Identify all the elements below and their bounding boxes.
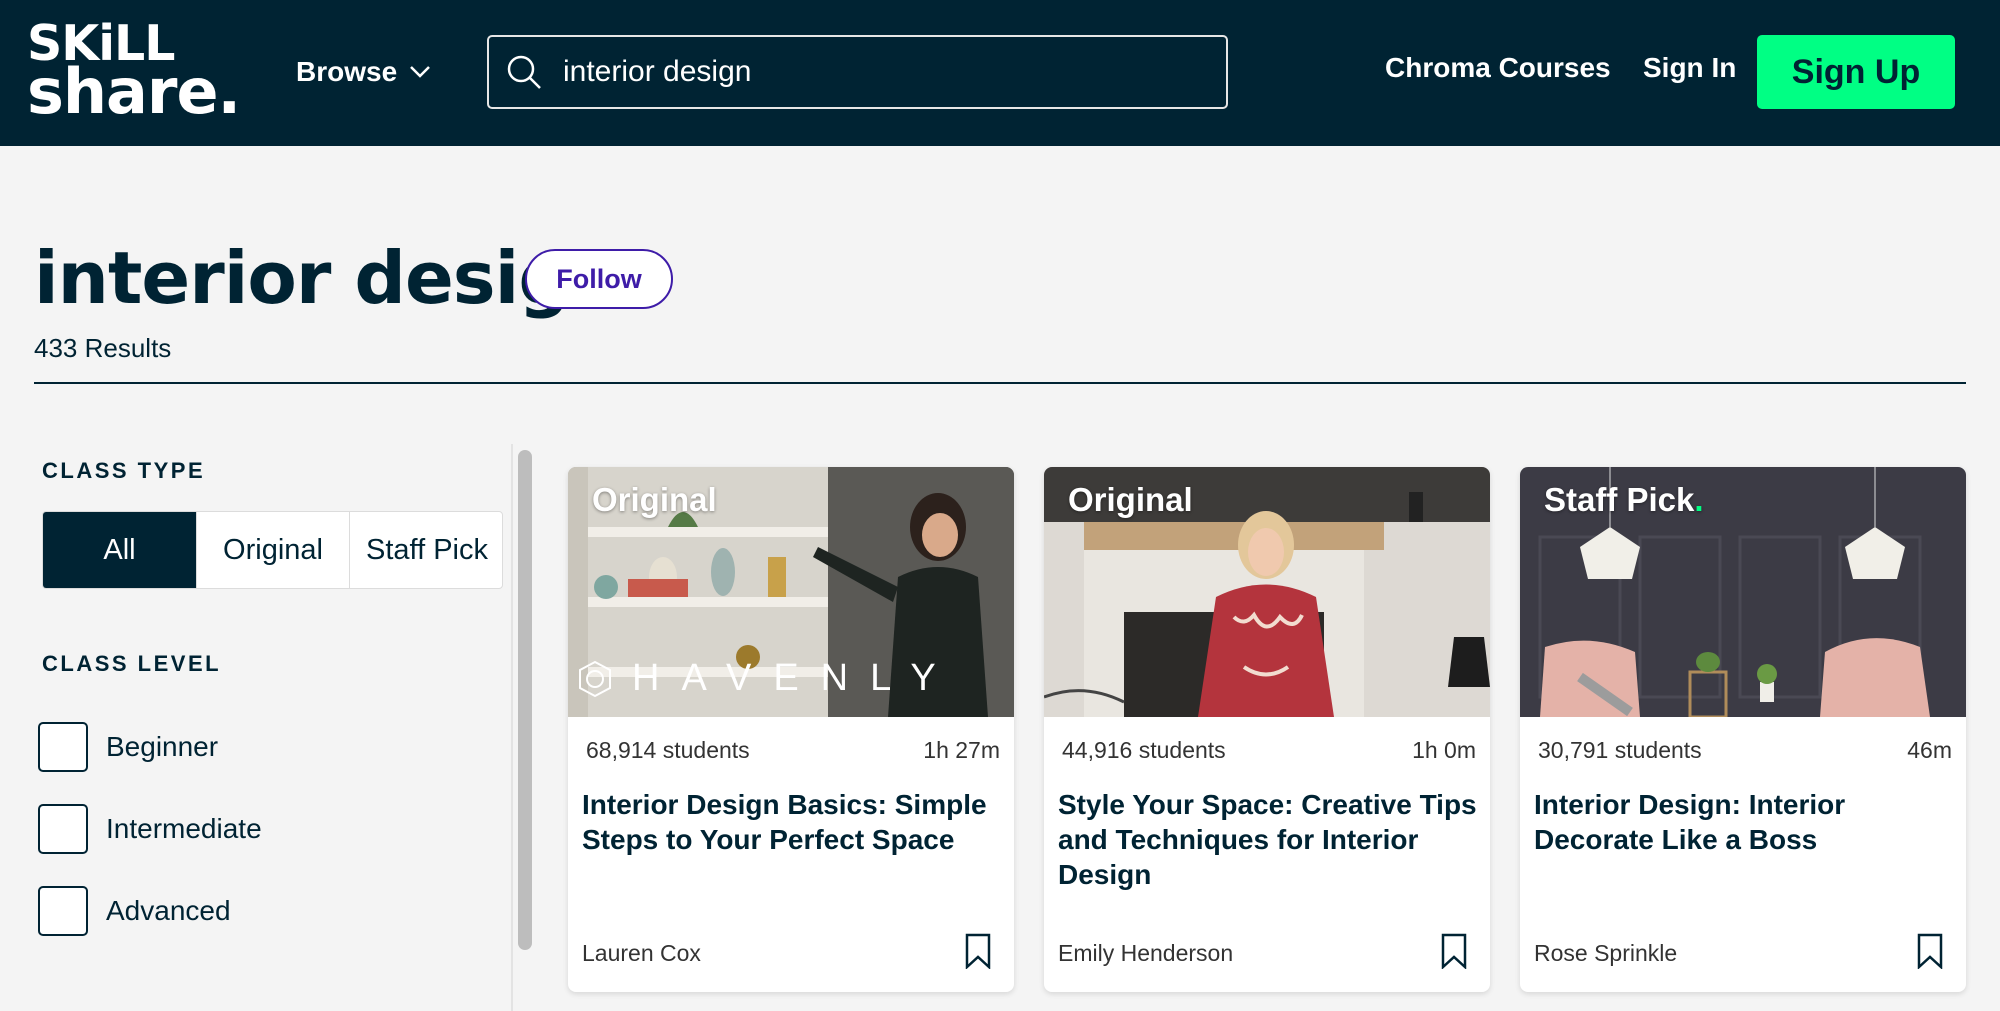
havenly-wordmark: HAVENLY	[632, 657, 958, 699]
class-card[interactable]: Original HAVENLY 68,914 students 1h 27m …	[568, 467, 1014, 992]
class-type-all[interactable]: All	[43, 512, 197, 588]
havenly-logo-icon	[579, 660, 611, 697]
class-duration: 1h 0m	[1412, 737, 1476, 763]
bookmark-icon[interactable]	[1440, 933, 1468, 970]
logo-line-2: share.	[27, 55, 241, 129]
class-thumbnail: Original HAVENLY	[568, 467, 1014, 717]
class-type-heading: CLASS TYPE	[42, 458, 206, 483]
advanced-label: Advanced	[106, 895, 231, 926]
class-title[interactable]: Style Your Space: Creative Tips and Tech…	[1058, 787, 1478, 892]
results-count: 433 Results	[34, 333, 172, 363]
original-badge: Original	[592, 481, 717, 518]
advanced-checkbox[interactable]	[38, 886, 88, 936]
student-count: 30,791 students	[1538, 737, 1702, 763]
intermediate-checkbox[interactable]	[38, 804, 88, 854]
divider	[34, 382, 1966, 384]
search-input[interactable]	[563, 42, 1226, 102]
beginner-label: Beginner	[106, 731, 219, 762]
sidebar-scrollbar[interactable]	[518, 450, 532, 950]
student-count: 68,914 students	[586, 737, 750, 763]
beginner-checkbox[interactable]	[38, 722, 88, 772]
skillshare-logo[interactable]: SKiLL share.	[27, 19, 241, 129]
class-type-staff-pick[interactable]: Staff Pick	[350, 512, 502, 588]
class-type-original[interactable]: Original	[197, 512, 350, 588]
class-card[interactable]: Original 44,916 students 1h 0m Style You…	[1044, 467, 1490, 992]
bookmark-icon[interactable]	[964, 933, 992, 970]
class-card[interactable]: Staff Pick. 30,791 students 46m Interior…	[1520, 467, 1966, 992]
intermediate-label: Intermediate	[106, 813, 262, 844]
staff-pick-badge: Staff Pick.	[1544, 481, 1704, 518]
level-advanced-option[interactable]: Advanced	[38, 886, 231, 936]
level-beginner-option[interactable]: Beginner	[38, 722, 218, 772]
sign-up-button[interactable]: Sign Up	[1757, 35, 1955, 109]
follow-button[interactable]: Follow	[525, 249, 673, 309]
search-icon	[507, 55, 541, 89]
search-bar[interactable]	[487, 35, 1228, 109]
havenly-watermark: HAVENLY	[576, 657, 958, 700]
class-thumbnail: Original	[1044, 467, 1490, 717]
student-count: 44,916 students	[1062, 737, 1226, 763]
teacher-name[interactable]: Rose Sprinkle	[1534, 940, 1677, 967]
chevron-down-icon	[410, 66, 431, 78]
teacher-name[interactable]: Emily Henderson	[1058, 940, 1233, 967]
browse-menu-button[interactable]: Browse	[296, 52, 431, 92]
original-badge: Original	[1068, 481, 1193, 518]
sign-in-link[interactable]: Sign In	[1643, 52, 1736, 84]
top-navigation-bar: SKiLL share. Browse Chroma Courses Sign …	[0, 0, 2000, 146]
teacher-name[interactable]: Lauren Cox	[582, 940, 701, 967]
class-title[interactable]: Interior Design Basics: Simple Steps to …	[582, 787, 1002, 857]
browse-label: Browse	[296, 56, 398, 87]
class-type-toggle: All Original Staff Pick	[42, 511, 503, 589]
class-meta: 30,791 students 46m	[1520, 737, 1966, 764]
chroma-courses-link[interactable]: Chroma Courses	[1385, 52, 1611, 84]
bookmark-icon[interactable]	[1916, 933, 1944, 970]
class-thumbnail: Staff Pick.	[1520, 467, 1966, 717]
class-duration: 46m	[1907, 737, 1952, 763]
level-intermediate-option[interactable]: Intermediate	[38, 804, 262, 854]
class-title[interactable]: Interior Design: Interior Decorate Like …	[1534, 787, 1954, 857]
class-level-heading: CLASS LEVEL	[42, 651, 222, 676]
class-duration: 1h 27m	[923, 737, 1000, 763]
class-meta: 68,914 students 1h 27m	[568, 737, 1014, 764]
class-meta: 44,916 students 1h 0m	[1044, 737, 1490, 764]
sidebar-scroll-track	[511, 444, 513, 1011]
